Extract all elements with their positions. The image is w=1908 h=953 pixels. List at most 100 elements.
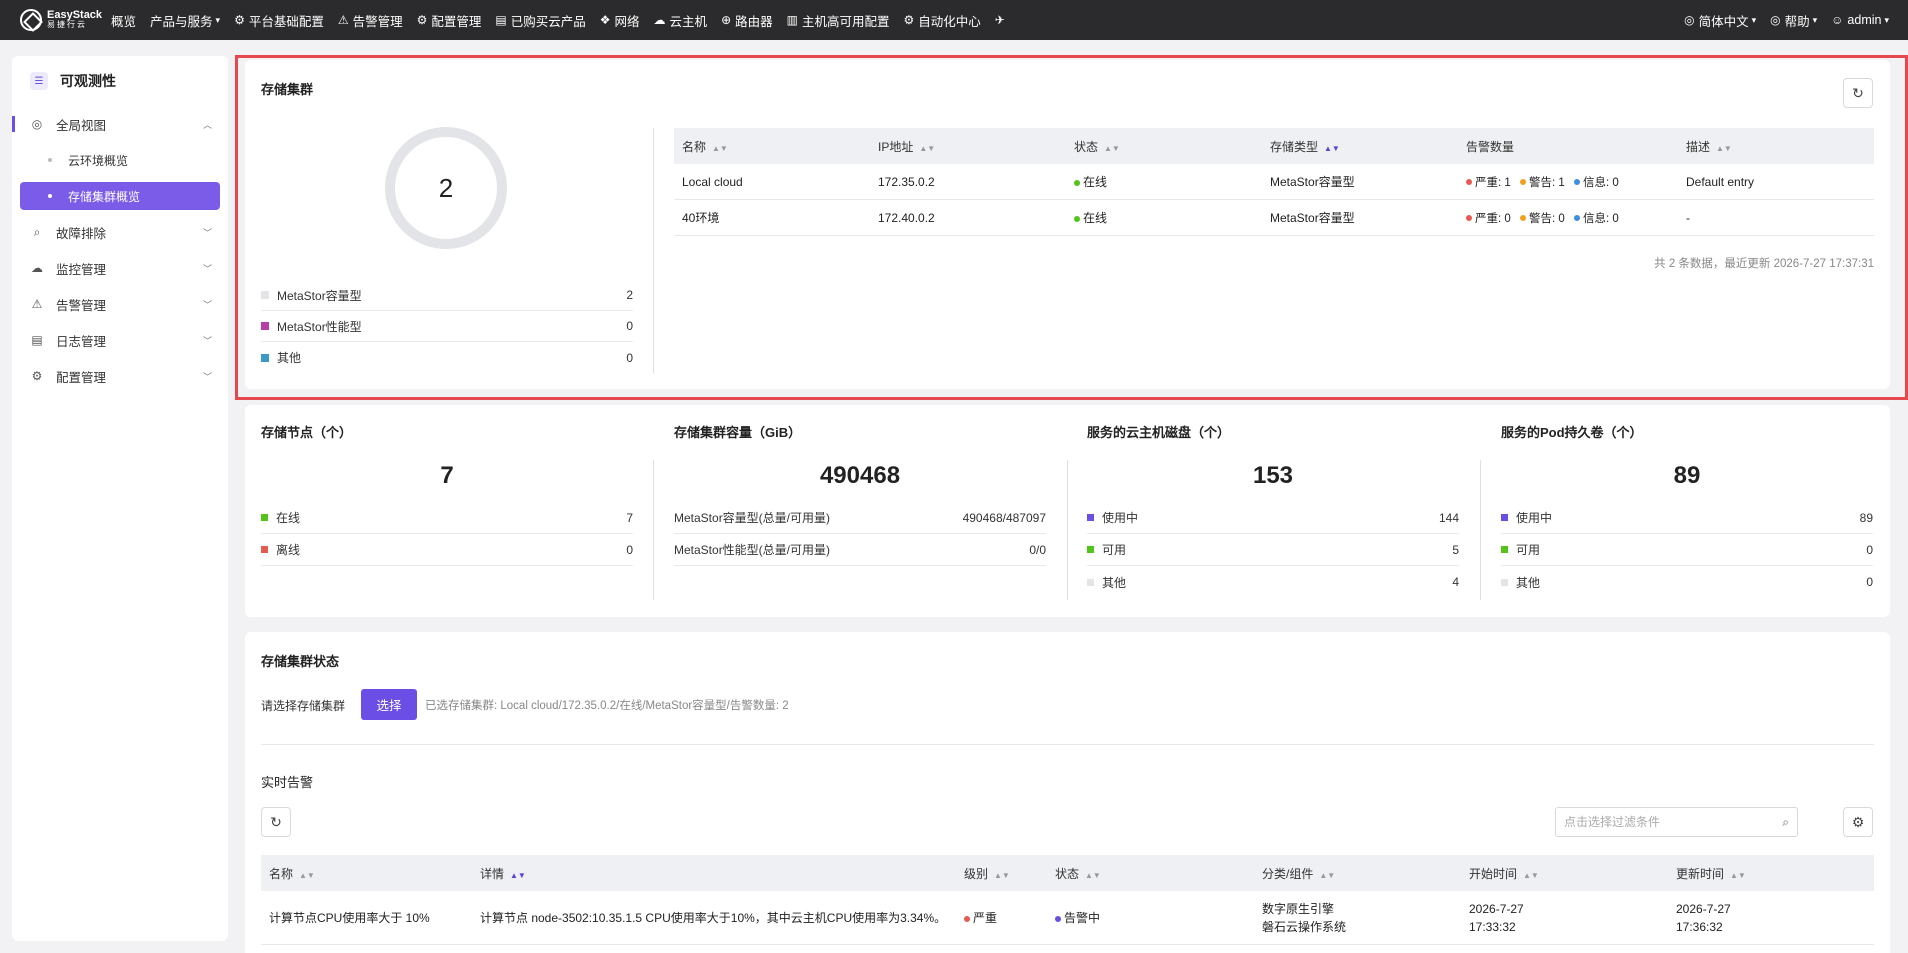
col-storage-type[interactable]: 存储类型 ▲▼ [1262,138,1458,155]
settings-button[interactable]: ⚙ [1843,807,1873,837]
search-icon: ⌕ [33,224,41,239]
info-dot [1574,215,1580,222]
legend-swatch [261,291,269,299]
chevron-down-icon: ▾ [215,14,221,25]
help-menu[interactable]: ◎ 帮助 ▾ [1763,0,1824,40]
status-dot [1074,215,1080,222]
nav-router[interactable]: ⊕ 路由器 [714,0,780,40]
user-icon: ☺ [1831,13,1844,27]
table-row[interactable]: Local cloud 172.35.0.2 在线 MetaStor容量型 严重… [674,164,1874,200]
col-start-time[interactable]: 开始时间 ▲▼ [1461,865,1668,882]
stat-vm-disks: 服务的云主机磁盘（个） 153 使用中 144 可用 5 其他 4 [1087,425,1459,590]
nav-cloud-host[interactable]: ☁ 云主机 [647,0,715,40]
sidebar-item-config[interactable]: ⚙ 配置管理 ﹀ [12,358,228,394]
chevron-down-icon: ▾ [1884,14,1889,25]
legend-swatch [261,353,269,362]
table-row[interactable]: 40环境 172.40.0.2 在线 MetaStor容量型 严重: 0 警告:… [674,200,1874,236]
storage-cluster-title: 存储集群 [261,82,314,97]
legend-row: MetaStor容量型 2 [261,280,633,311]
divider [653,128,654,373]
nav-automation-center[interactable]: ⚙ 自动化中心 [897,0,988,40]
stat-value: 89 [1673,462,1701,489]
col-detail[interactable]: 详情 ▲▼ [472,865,956,882]
logo-name: EasyStack [47,9,103,21]
chevron-up-icon: ︿ [202,119,212,130]
nav-alarm-management[interactable]: ⚠ 告警管理 [331,0,410,40]
cluster-status-title: 存储集群状态 [261,654,340,669]
sidebar-item-global-view[interactable]: ◎ 全局视图 ︿ [12,106,228,142]
gear-icon: ⚙ [31,369,43,383]
sort-icon: ▲▼ [1324,143,1340,153]
network-icon: ❖ [599,13,611,27]
warn-dot [1520,179,1526,186]
nav-config-management[interactable]: ⚙ 配置管理 [410,0,489,40]
legend-row: MetaStor性能型 0 [261,311,633,342]
alarm-icon: ⚠ [337,13,349,27]
cloud-icon: ☁ [653,13,666,27]
col-name[interactable]: 名称 ▲▼ [674,138,870,155]
sidebar-sub-cloud-overview[interactable]: 云环境概览 [12,142,228,178]
gear-icon: ⚙ [416,13,428,27]
user-menu[interactable]: ☺ admin ▾ [1824,0,1896,40]
status-dot [1074,179,1080,186]
refresh-button[interactable]: ↻ [1843,78,1873,108]
alarms-table: 名称 ▲▼ 详情 ▲▼ 级别 ▲▼ 状态 ▲▼ 分类/组件 ▲▼ 开始时间 ▲▼ 更新时间 ▲… [261,855,1874,945]
menu-icon: ☰ [30,72,48,90]
nav-purchased-products[interactable]: ▤ 已购买云产品 [488,0,592,40]
col-category[interactable]: 分类/组件 ▲▼ [1254,865,1461,882]
sidebar: ☰ 可观测性 ◎ 全局视图 ︿ 云环境概览 存储集群概览 ⌕ 故障排除 ﹀ ☁ … [12,56,228,941]
nav-platform-config[interactable]: ⚙ 平台基础配置 [227,0,331,40]
sidebar-item-logs[interactable]: ▤ 日志管理 ﹀ [12,322,228,358]
sidebar-item-monitoring[interactable]: ☁ 监控管理 ﹀ [12,250,228,286]
col-state[interactable]: 状态 ▲▼ [1047,865,1254,882]
pin-button[interactable]: ✈ [988,0,1016,40]
severe-dot [1466,215,1472,222]
filter-search-box[interactable]: ⌕ [1555,807,1798,837]
cluster-donut-chart: 2 [385,127,507,249]
cluster-table: 名称 ▲▼ IP地址 ▲▼ 状态 ▲▼ 存储类型 ▲▼ 告警数量 描述 ▲▼ Local … [674,128,1874,236]
divider [1067,460,1068,600]
chevron-down-icon: ▾ [1812,14,1818,25]
stat-value: 153 [1252,462,1294,489]
col-level[interactable]: 级别 ▲▼ [956,865,1047,882]
easystack-logo[interactable]: EasyStack 易捷行云 [0,9,104,31]
filter-input[interactable] [1564,815,1764,829]
monitor-icon: ☁ [31,261,43,275]
table-footer: 共 2 条数据，最近更新 2026-7-27 17:37:31 [1654,258,1874,270]
chevron-down-icon: ﹀ [202,263,212,274]
nav-network[interactable]: ❖ 网络 [593,0,647,40]
warn-dot [1520,215,1526,222]
select-cluster-label: 请选择存储集群 [261,699,346,713]
select-cluster-button[interactable]: 选择 [361,689,417,720]
stat-value: 7 [440,462,454,489]
legend-swatch [261,322,269,330]
pin-icon: ✈ [994,13,1005,27]
col-status[interactable]: 状态 ▲▼ [1066,138,1262,155]
list-icon: ▤ [495,13,507,27]
col-description[interactable]: 描述 ▲▼ [1678,138,1874,155]
stat-pod-volumes: 服务的Pod持久卷（个） 89 使用中 89 可用 0 其他 0 [1501,425,1873,590]
sidebar-title: 可观测性 [60,73,116,89]
sidebar-item-troubleshooting[interactable]: ⌕ 故障排除 ﹀ [12,214,228,250]
sort-icon: ▲▼ [712,143,728,153]
logo-icon [20,9,42,31]
language-selector[interactable]: ◎ 简体中文 ▾ [1677,0,1763,40]
sidebar-item-alarms[interactable]: ⚠ 告警管理 ﹀ [12,286,228,322]
sidebar-header: ☰ 可观测性 [12,56,228,106]
sort-icon: ▲▼ [1104,143,1120,153]
table-header: 名称 ▲▼ IP地址 ▲▼ 状态 ▲▼ 存储类型 ▲▼ 告警数量 描述 ▲▼ [674,128,1874,164]
col-ip[interactable]: IP地址 ▲▼ [870,138,1066,155]
gear-icon: ⚙ [234,13,245,27]
log-icon: ▤ [31,333,43,347]
col-update-time[interactable]: 更新时间 ▲▼ [1668,865,1868,882]
nav-products-services[interactable]: 产品与服务 ▾ [143,0,227,40]
alarms-refresh-button[interactable]: ↻ [261,807,291,837]
info-dot [1574,179,1580,186]
nav-host-ha-config[interactable]: ▥ 主机高可用配置 [780,0,897,40]
chevron-down-icon: ﹀ [202,371,212,382]
nav-overview[interactable]: 概览 [104,0,143,40]
chevron-down-icon: ﹀ [202,299,212,310]
sidebar-sub-storage-cluster-overview[interactable]: 存储集群概览 [20,182,220,210]
col-name[interactable]: 名称 ▲▼ [261,865,472,882]
table-row[interactable]: 计算节点CPU使用率大于 10% 计算节点 node-3502:10.35.1.… [261,891,1874,945]
